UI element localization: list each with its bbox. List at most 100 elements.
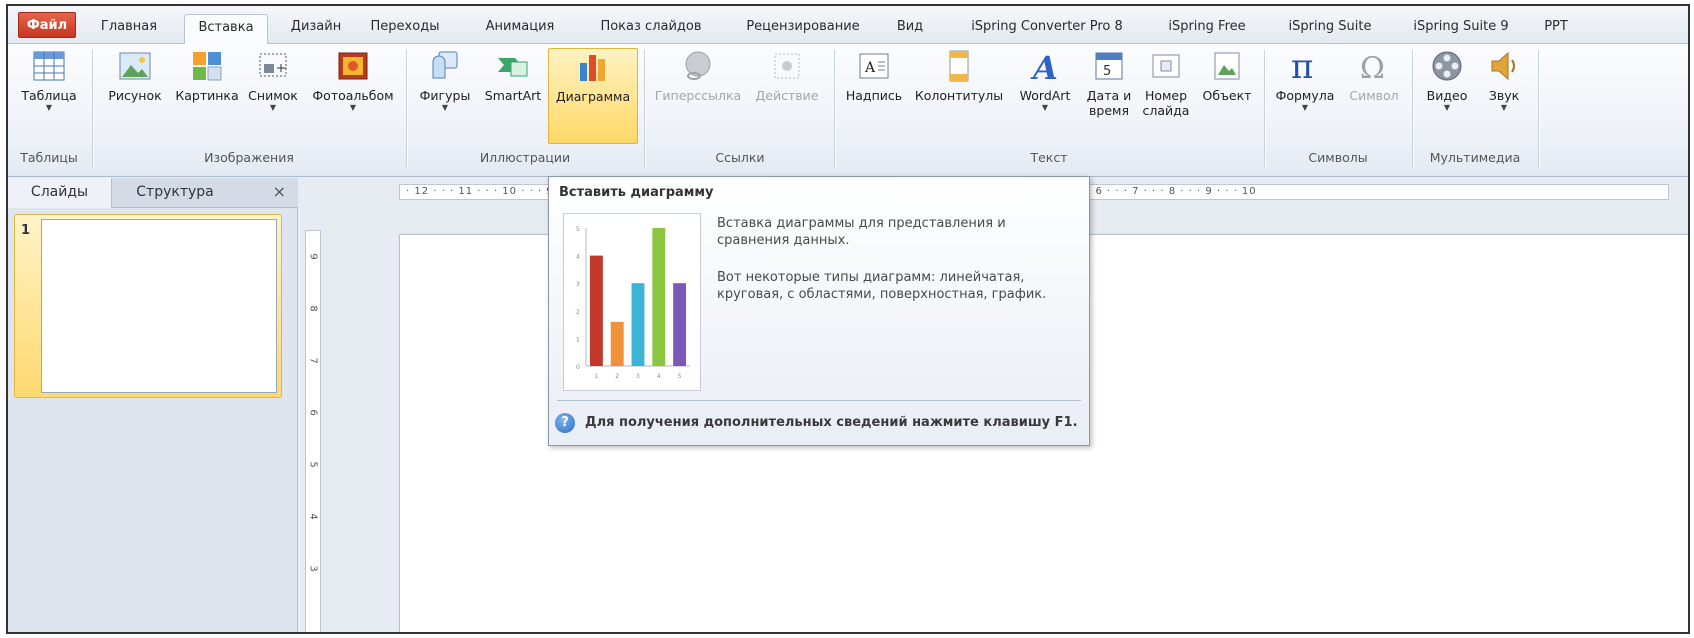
tab-outline[interactable]: Структура [116,178,234,208]
slide-number: 1 [21,223,31,238]
action-button[interactable]: Действие [746,48,828,103]
chart-x-tick-label: 1 [594,373,598,380]
dropdown-arrow-icon: ▼ [1443,103,1451,112]
tab-ppt[interactable]: PPT [1538,14,1574,44]
smartart-button[interactable]: SmartArt [480,48,546,103]
wordart-icon: A [1030,49,1058,84]
object-button[interactable]: Объект [1196,48,1258,103]
chart-bar [631,283,645,366]
slides-pane: Слайды Структура × 1 [8,178,298,632]
tooltip-description: Вставка диаграммы для представления и ср… [717,216,1006,248]
speaker-icon [1491,51,1515,81]
photo-album-button[interactable]: Фотоальбом ▼ [306,48,400,113]
group-separator [406,50,407,168]
header-footer-button[interactable]: Колонтитулы [910,48,1008,103]
chart-bar [652,228,666,366]
tab-ispring-suite[interactable]: iSpring Suite [1272,14,1388,44]
tab-ispring-suite-9[interactable]: iSpring Suite 9 [1398,14,1524,44]
tab-insert[interactable]: Вставка [184,14,268,45]
audio-button[interactable]: Звук ▼ [1478,48,1530,113]
pane-tabs: Слайды Структура × [8,178,298,208]
tab-home[interactable]: Главная [90,14,168,44]
wordart-button[interactable]: A WordArt ▼ [1010,48,1080,113]
powerpoint-window: Файл Главная Вставка Дизайн Переходы Ани… [6,4,1690,634]
tab-transitions[interactable]: Переходы [364,14,446,44]
chart-y-tick-label: 2 [576,309,580,316]
tab-slides[interactable]: Слайды [8,178,112,208]
object-icon [1214,52,1240,80]
chart-x-tick-label: 5 [678,373,682,380]
tooltip-title: Вставить диаграмму [559,185,714,200]
chart-preview-svg: 5 4 3 2 1 0 1 2 3 4 5 [576,226,690,380]
calendar-icon: 5 [1095,52,1123,80]
tab-design[interactable]: Дизайн [282,14,350,44]
tab-ispring-free[interactable]: iSpring Free [1156,14,1258,44]
chart-x-tick-label: 3 [636,373,640,380]
help-icon: ? [555,413,575,433]
ribbon-tabs: Файл Главная Вставка Дизайн Переходы Ани… [8,6,1688,45]
dropdown-arrow-icon: ▼ [269,103,277,112]
omega-icon: Ω [1360,51,1385,84]
ribbon: Таблица ▼ Таблицы Рисунок Картинка Снимо… [8,44,1688,177]
svg-text:π: π [1291,48,1313,84]
date-time-button[interactable]: 5 Дата и время [1082,48,1136,118]
shapes-button[interactable]: Фигуры ▼ [412,48,478,113]
screenshot-button[interactable]: Снимок ▼ [242,48,304,113]
close-icon[interactable]: × [273,182,286,201]
picture-icon [119,52,151,80]
group-separator [92,50,93,168]
slide-thumbnail[interactable] [41,219,277,393]
clipart-icon [193,52,222,81]
pi-icon: π [1291,48,1313,84]
photo-album-icon [338,52,368,80]
tab-slideshow[interactable]: Показ слайдов [588,14,714,44]
dropdown-arrow-icon: ▼ [349,103,357,112]
chart-bar [589,255,603,366]
shapes-icon [432,51,458,79]
tooltip-chart-preview: 5 4 3 2 1 0 1 2 3 4 5 [563,213,701,391]
group-separator [1412,50,1413,168]
header-footer-icon [949,50,969,82]
symbol-button[interactable]: Ω Символ [1342,48,1406,103]
vertical-ruler: 9 8 7 6 5 4 3 [305,230,321,632]
tab-animations[interactable]: Анимация [468,14,572,44]
chart-x-tick-label: 2 [615,373,619,380]
chart-y-tick-label: 4 [576,254,580,261]
slide-number-icon [1152,54,1180,78]
video-button[interactable]: Видео ▼ [1418,48,1476,113]
group-separator [1264,50,1265,168]
chart-button[interactable]: Диаграмма [548,48,638,144]
chart-tooltip: Вставить диаграмму 5 4 3 2 1 0 1 2 3 4 5 Вставка д… [548,176,1090,446]
tab-file[interactable]: Файл [18,12,76,38]
group-label-illustrations: Иллюстрации [479,150,571,165]
svg-text:Ω: Ω [1360,51,1385,84]
dropdown-arrow-icon: ▼ [1041,103,1049,112]
group-label-links: Ссылки [715,150,765,165]
tooltip-divider [557,400,1081,401]
dropdown-arrow-icon: ▼ [1301,103,1309,112]
chart-y-tick-label: 3 [576,281,580,288]
slide-thumbnail-selected[interactable]: 1 [14,214,282,398]
textbox-button[interactable]: A Надпись [840,48,908,103]
group-label-media: Мультимедиа [1429,150,1521,165]
tab-ispring-converter[interactable]: iSpring Converter Pro 8 [948,14,1146,44]
group-label-tables: Таблицы [20,150,78,165]
chart-bar [673,283,687,366]
slide-number-button[interactable]: Номер слайда [1138,48,1194,118]
clipart-button[interactable]: Картинка [174,48,240,103]
svg-text:A: A [1030,49,1058,84]
video-reel-icon [1432,51,1462,81]
screenshot-icon [259,53,287,77]
picture-button[interactable]: Рисунок [98,48,172,103]
action-icon [774,53,800,79]
equation-button[interactable]: π Формула ▼ [1270,48,1340,113]
tab-view[interactable]: Вид [890,14,930,44]
svg-text:A: A [864,60,876,76]
group-label-symbols: Символы [1308,150,1368,165]
textbox-icon: A [859,53,889,79]
tab-review[interactable]: Рецензирование [730,14,876,44]
hyperlink-icon [685,51,711,80]
table-button[interactable]: Таблица ▼ [12,48,86,113]
chart-y-tick-label: 1 [576,336,580,343]
hyperlink-button[interactable]: Гиперссылка [652,48,744,103]
